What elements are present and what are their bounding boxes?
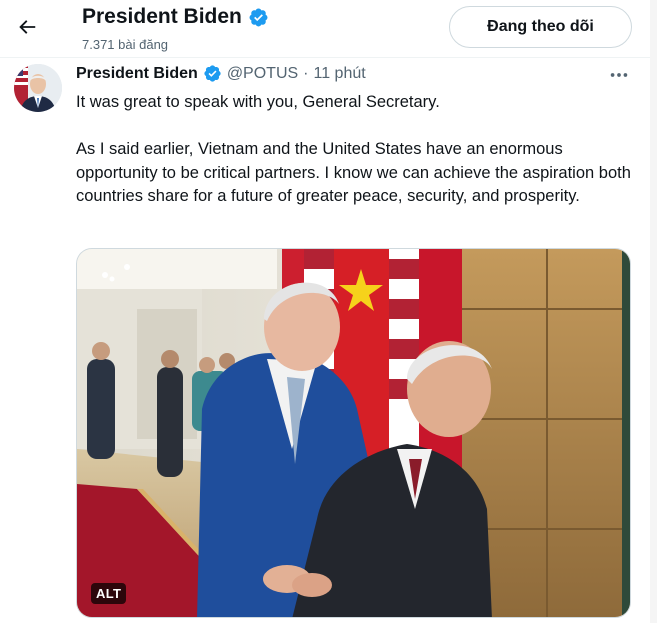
header-title: President Biden (82, 5, 242, 28)
arrow-left-icon (19, 20, 36, 34)
scrollbar[interactable] (650, 0, 657, 623)
more-horizontal-icon (610, 73, 628, 77)
tweet-timestamp[interactable]: 11 phút (314, 65, 366, 83)
avatar[interactable] (14, 64, 62, 112)
profile-header: President Biden 7.371 bài đăng Đang theo… (0, 0, 657, 58)
avatar-image (14, 64, 62, 112)
tweet-paragraph: It was great to speak with you, General … (76, 93, 440, 111)
tweet-paragraph: As I said earlier, Vietnam and the Unite… (76, 140, 631, 205)
tweet-text: It was great to speak with you, General … (76, 91, 636, 209)
header-title-row: President Biden (82, 5, 269, 29)
following-button[interactable]: Đang theo dõi (449, 6, 632, 48)
post-count: 7.371 bài đăng (82, 37, 169, 52)
back-button[interactable] (10, 10, 44, 44)
author-name[interactable]: President Biden (76, 65, 198, 83)
tweet-header: President Biden @POTUS · 11 phút (76, 64, 366, 83)
tweet-photo[interactable]: ALT (76, 248, 631, 618)
photo-image (77, 249, 630, 617)
author-handle[interactable]: @POTUS (227, 65, 298, 83)
header-divider (0, 57, 657, 58)
more-options-button[interactable] (604, 64, 634, 86)
separator-dot: · (303, 64, 309, 82)
verified-badge-icon (204, 65, 221, 82)
verified-badge-icon (249, 8, 268, 26)
alt-text-badge[interactable]: ALT (91, 583, 127, 604)
